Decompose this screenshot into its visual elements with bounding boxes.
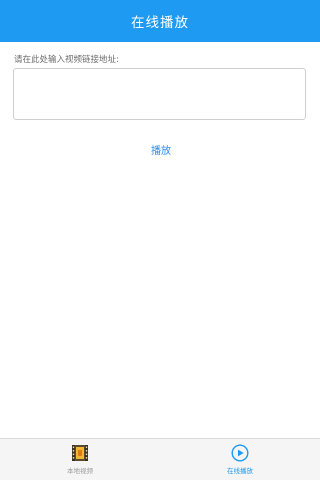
url-prompt-label: 请在此处输入视频链接地址: [14,55,119,65]
tab-local-video[interactable]: 本地视频 [0,439,160,480]
tab-online-play[interactable]: 在线播放 [160,439,320,480]
play-button[interactable]: 播放 [140,140,182,158]
screen: 在线播放 请在此处输入视频链接地址: 播放 本地视频 在线播放 [0,0,320,480]
tab-bar: 本地视频 在线播放 [0,438,320,480]
page-title: 在线播放 [131,15,189,31]
tab-label-local-video: 本地视频 [67,467,93,475]
tab-label-online-play: 在线播放 [227,467,253,475]
navigation-bar: 在线播放 [0,0,320,42]
video-url-input[interactable] [13,68,306,120]
film-folder-icon [72,445,88,461]
play-circle-icon [231,444,249,462]
